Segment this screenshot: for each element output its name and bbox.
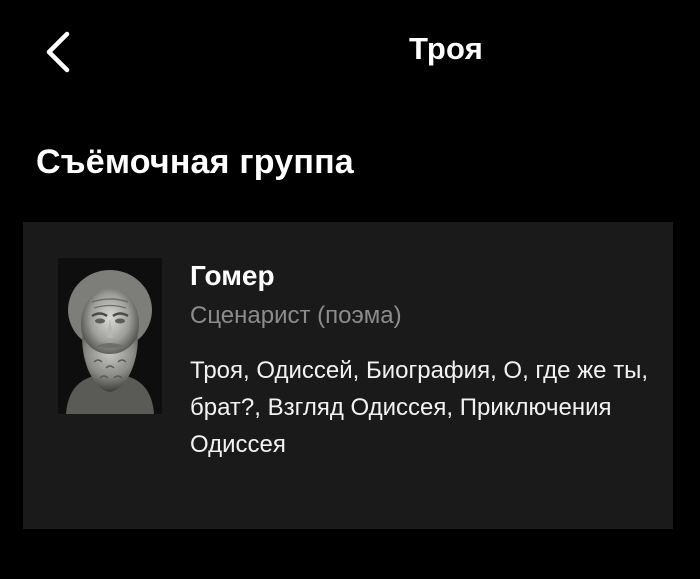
person-photo — [58, 258, 162, 414]
section-heading: Съёмочная группа — [36, 143, 354, 181]
page-title: Троя — [408, 31, 484, 66]
crew-card[interactable]: Гомер Сценарист (поэма) Троя, Одиссей, Б… — [23, 222, 673, 529]
person-filmography: Троя, Одиссей, Биография, О, где же ты, … — [190, 357, 649, 458]
top-bar: Троя — [0, 0, 700, 104]
crew-screen: Троя Съёмочная группа Гомер Сценарист (п… — [0, 0, 700, 579]
person-role: Сценарист (поэма) — [190, 302, 402, 329]
bust-portrait-image — [58, 258, 162, 414]
person-name: Гомер — [190, 260, 275, 291]
